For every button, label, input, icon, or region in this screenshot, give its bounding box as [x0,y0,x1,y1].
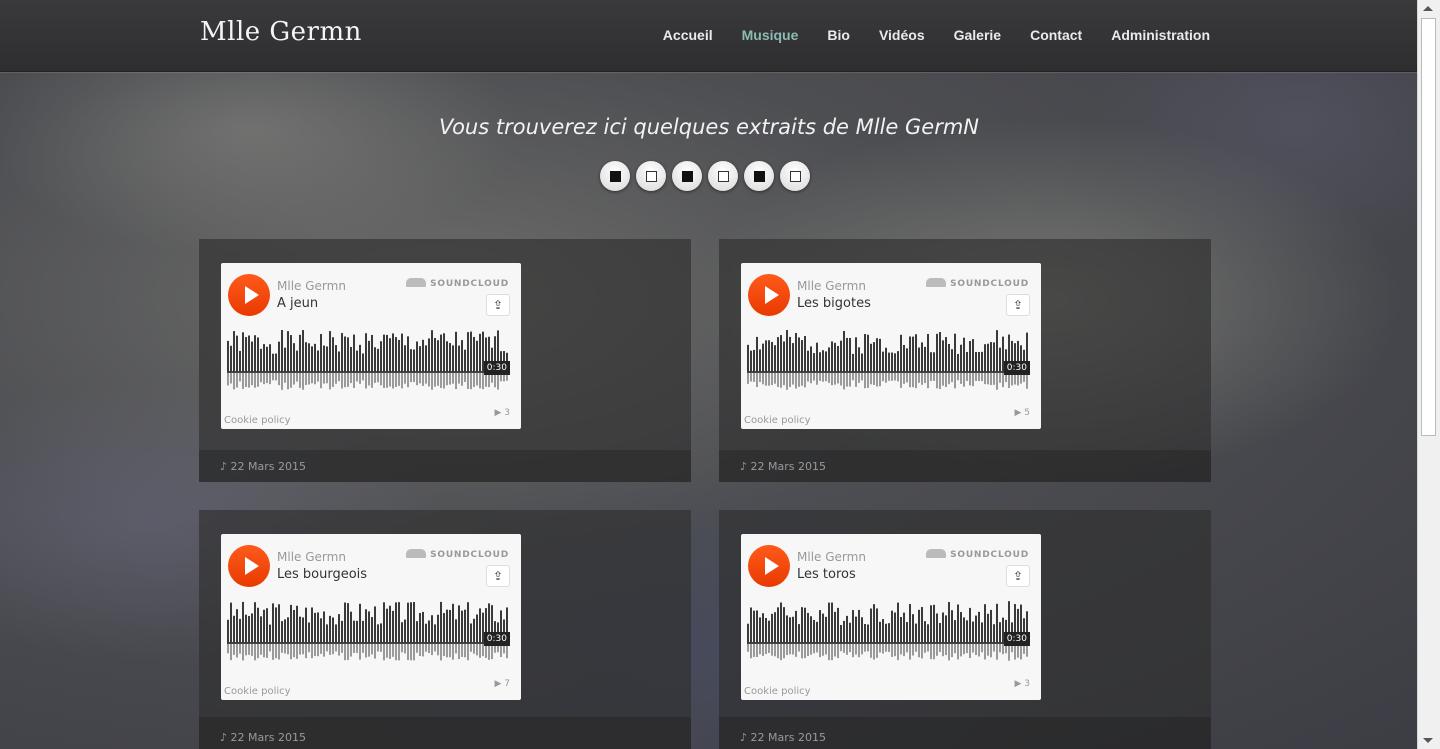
music-note-icon: ♪ [740,460,751,473]
track-artist[interactable]: Mlle Germn [277,550,346,564]
play-icon [765,286,779,304]
track-duration: 0:30 [1003,361,1030,375]
track-card: Mlle Germn A jeun SOUNDCLOUD ⇪ 0:30 ▶ 3 … [199,239,691,482]
slider-dot-6[interactable] [780,161,810,191]
slider-dot-5[interactable] [744,161,774,191]
play-count: ▶ 5 [1014,408,1030,418]
track-title[interactable]: Les bourgeois [277,567,367,582]
cookie-policy-link[interactable]: Cookie policy [744,415,811,426]
share-button[interactable]: ⇪ [1006,565,1030,587]
play-count: ▶ 7 [494,679,510,689]
soundcloud-player: Mlle Germn Les bourgeois SOUNDCLOUD ⇪ 0:… [221,534,521,700]
slider-dot-1[interactable] [600,161,630,191]
track-card: Mlle Germn Les bigotes SOUNDCLOUD ⇪ 0:30… [719,239,1211,482]
nav-accueil[interactable]: Accueil [663,27,713,43]
nav-videos[interactable]: Vidéos [879,27,925,43]
soundcloud-logo-icon [406,278,427,287]
scroll-up-arrow-icon[interactable] [1423,6,1433,11]
play-icon [245,286,259,304]
track-card: Mlle Germn Les bourgeois SOUNDCLOUD ⇪ 0:… [199,510,691,749]
soundcloud-logo[interactable]: SOUNDCLOUD [406,278,509,289]
soundcloud-logo[interactable]: SOUNDCLOUD [926,549,1029,560]
scrollbar-thumb[interactable] [1421,18,1436,436]
page-intro: Vous trouverez ici quelques extraits de … [438,115,980,139]
soundcloud-player: Mlle Germn A jeun SOUNDCLOUD ⇪ 0:30 ▶ 3 … [221,263,521,429]
share-icon: ⇪ [492,569,504,583]
play-button[interactable] [748,274,790,316]
play-count-icon: ▶ [494,679,505,689]
play-button[interactable] [228,274,270,316]
soundcloud-logo[interactable]: SOUNDCLOUD [926,278,1029,289]
play-count: ▶ 3 [1014,679,1030,689]
soundcloud-logo[interactable]: SOUNDCLOUD [406,549,509,560]
nav-bio[interactable]: Bio [827,27,850,43]
play-count-icon: ▶ [1014,679,1025,689]
share-icon: ⇪ [492,298,504,312]
track-duration: 0:30 [483,361,510,375]
waveform[interactable] [227,326,510,396]
vertical-scrollbar[interactable] [1417,0,1440,749]
cookie-policy-link[interactable]: Cookie policy [744,686,811,697]
track-title[interactable]: Les bigotes [797,296,871,311]
waveform[interactable] [227,597,510,667]
soundcloud-player: Mlle Germn Les bigotes SOUNDCLOUD ⇪ 0:30… [741,263,1041,429]
waveform[interactable] [747,326,1030,396]
share-button[interactable]: ⇪ [486,565,510,587]
post-date: ♪ 22 Mars 2015 [740,460,827,473]
post-date: ♪ 22 Mars 2015 [740,731,827,744]
share-icon: ⇪ [1012,298,1024,312]
music-note-icon: ♪ [220,731,231,744]
track-duration: 0:30 [1003,632,1030,646]
nav-musique[interactable]: Musique [742,27,799,43]
play-icon [245,557,259,575]
slider-controls [600,161,810,191]
post-date: ♪ 22 Mars 2015 [220,460,307,473]
track-title[interactable]: A jeun [277,296,318,311]
site-brand[interactable]: Mlle Germn [200,17,362,47]
soundcloud-logo-icon [926,278,947,287]
play-button[interactable] [748,545,790,587]
waveform[interactable] [747,597,1030,667]
track-card: Mlle Germn Les toros SOUNDCLOUD ⇪ 0:30 ▶… [719,510,1211,749]
share-button[interactable]: ⇪ [1006,294,1030,316]
soundcloud-player: Mlle Germn Les toros SOUNDCLOUD ⇪ 0:30 ▶… [741,534,1041,700]
soundcloud-logo-icon [406,549,427,558]
navbar: Mlle Germn Accueil Musique Bio Vidéos Ga… [0,0,1418,72]
play-count-icon: ▶ [494,408,505,418]
play-icon [765,557,779,575]
track-duration: 0:30 [483,632,510,646]
main-nav: Accueil Musique Bio Vidéos Galerie Conta… [634,27,1210,43]
play-button[interactable] [228,545,270,587]
post-date: ♪ 22 Mars 2015 [220,731,307,744]
cookie-policy-link[interactable]: Cookie policy [224,415,291,426]
share-button[interactable]: ⇪ [486,294,510,316]
play-count-icon: ▶ [1014,408,1025,418]
nav-administration[interactable]: Administration [1111,27,1210,43]
soundcloud-logo-icon [926,549,947,558]
cookie-policy-link[interactable]: Cookie policy [224,686,291,697]
slider-dot-4[interactable] [708,161,738,191]
scroll-down-arrow-icon[interactable] [1423,738,1433,743]
track-artist[interactable]: Mlle Germn [277,279,346,293]
nav-contact[interactable]: Contact [1030,27,1082,43]
slider-dot-2[interactable] [636,161,666,191]
track-artist[interactable]: Mlle Germn [797,279,866,293]
track-artist[interactable]: Mlle Germn [797,550,866,564]
music-note-icon: ♪ [220,460,231,473]
track-title[interactable]: Les toros [797,567,856,582]
slider-dot-3[interactable] [672,161,702,191]
nav-galerie[interactable]: Galerie [954,27,1001,43]
play-count: ▶ 3 [494,408,510,418]
music-note-icon: ♪ [740,731,751,744]
share-icon: ⇪ [1012,569,1024,583]
